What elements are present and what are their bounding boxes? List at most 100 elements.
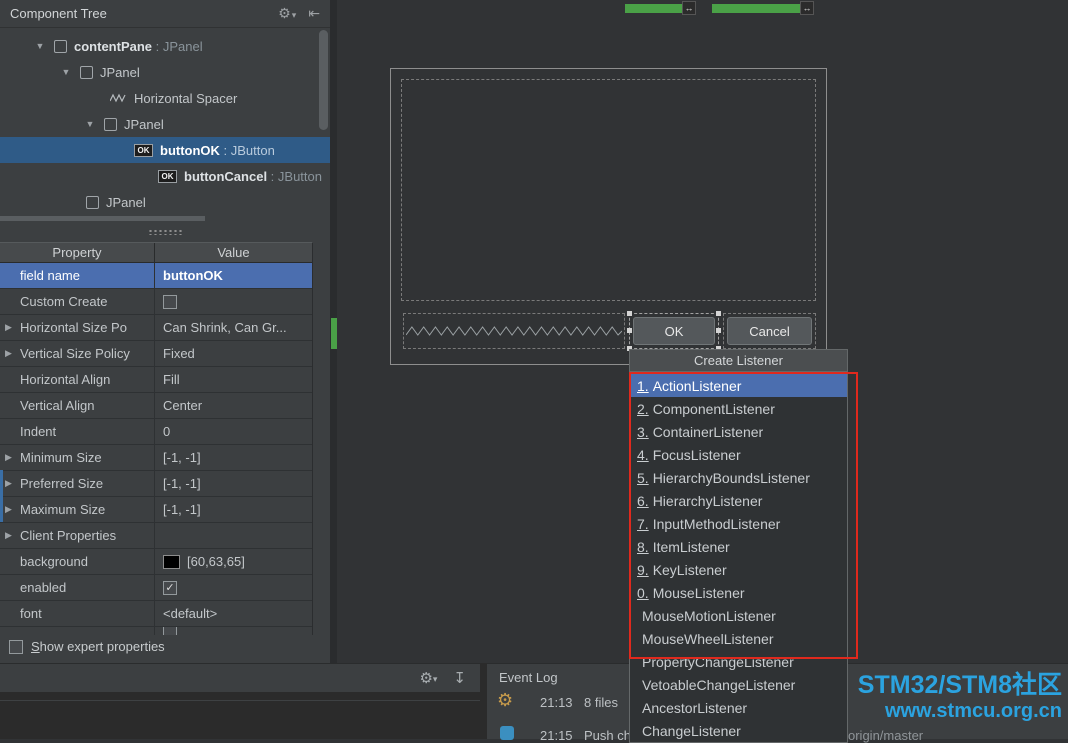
form-content-cell[interactable] xyxy=(401,79,816,301)
listener-item[interactable]: 1. ActionListener xyxy=(630,374,847,397)
property-row[interactable]: font <default> xyxy=(0,601,312,627)
git-branch-label: origin/master xyxy=(848,728,924,743)
property-row[interactable]: Horizontal Align Fill xyxy=(0,367,312,393)
property-row[interactable]: enabled ✓ xyxy=(0,575,312,601)
color-swatch[interactable] xyxy=(163,554,180,569)
chevron-down-icon[interactable]: ▼ xyxy=(34,41,46,51)
property-row[interactable]: ▶ Client Properties xyxy=(0,523,312,549)
designer-ok-button[interactable]: OK xyxy=(633,317,715,345)
property-value[interactable]: buttonOK xyxy=(163,268,223,283)
gear-icon[interactable]: ⚙ ▾ xyxy=(419,669,437,687)
scrollbar-thumb[interactable] xyxy=(319,30,328,130)
tree-item-buttoncancel[interactable]: OK buttonCancel : JButton xyxy=(0,163,330,189)
splitter-grip[interactable] xyxy=(0,222,330,242)
listener-item[interactable]: 2. ComponentListener xyxy=(630,397,847,420)
event-log-title: Event Log xyxy=(499,670,558,685)
collapse-all-icon[interactable]: ⇤ xyxy=(308,5,320,22)
listener-item[interactable]: 3. ContainerListener xyxy=(630,420,847,443)
tree-item-horizontal-spacer[interactable]: Horizontal Spacer xyxy=(0,85,330,111)
selection-handle[interactable] xyxy=(716,311,721,316)
property-value[interactable]: 0 xyxy=(163,424,170,439)
tree-scrollbar[interactable] xyxy=(319,30,328,218)
column-header-value: Value xyxy=(217,245,250,260)
property-value[interactable]: Fill xyxy=(163,372,180,387)
listener-item[interactable]: 5. HierarchyBoundsListener xyxy=(630,466,847,489)
listener-item[interactable]: MouseWheelListener xyxy=(630,627,847,650)
tree-item-buttonok[interactable]: OK buttonOK : JButton xyxy=(0,137,330,163)
listener-item[interactable]: 9. KeyListener xyxy=(630,558,847,581)
designer-cancel-button[interactable]: Cancel xyxy=(727,317,812,345)
chevron-right-icon[interactable]: ▶ xyxy=(5,322,12,333)
tree-item-contentpane[interactable]: ▼ contentPane : JPanel xyxy=(0,33,330,59)
resize-handle-icon: ↔ xyxy=(800,1,814,15)
listener-item[interactable]: MouseMotionListener xyxy=(630,604,847,627)
property-name: Indent xyxy=(20,424,57,439)
checkbox-unchecked[interactable] xyxy=(9,639,23,654)
tree-item-jpanel[interactable]: ▼ JPanel xyxy=(0,59,330,85)
listener-item[interactable]: 4. FocusListener xyxy=(630,443,847,466)
tree-horizontal-scrollbar[interactable] xyxy=(0,216,205,221)
watermark-line2: www.stmcu.org.cn xyxy=(884,699,1062,722)
form-outline[interactable]: OK Cancel xyxy=(390,68,827,365)
property-value[interactable]: Center xyxy=(163,398,202,413)
property-row[interactable]: Indent 0 xyxy=(0,419,312,445)
tree-item-label: JPanel xyxy=(100,64,140,80)
event-message[interactable]: 8 files xyxy=(584,695,618,710)
cancel-button-cell[interactable]: Cancel xyxy=(723,313,816,349)
selection-handle[interactable] xyxy=(627,328,632,333)
tree-item-type: : JButton xyxy=(219,142,275,158)
property-name: background xyxy=(20,554,88,569)
ok-button-cell[interactable]: OK xyxy=(627,311,721,351)
property-row[interactable]: ▶ Minimum Size [-1, -1] xyxy=(0,445,312,471)
selection-handle[interactable] xyxy=(627,311,632,316)
property-value[interactable]: Fixed xyxy=(163,346,195,361)
download-icon[interactable]: ↧ xyxy=(453,669,466,687)
chevron-right-icon[interactable]: ▶ xyxy=(5,504,12,515)
gear-icon[interactable]: ⚙ ▾ xyxy=(278,5,296,22)
console-divider xyxy=(0,700,480,701)
property-name: Horizontal Size Po xyxy=(20,320,127,335)
listener-item[interactable]: VetoableChangeListener xyxy=(630,673,847,696)
property-row[interactable]: field name buttonOK xyxy=(0,263,312,289)
bottom-toolbar: ⚙ ▾ ↧ xyxy=(0,663,480,692)
spacer-icon xyxy=(110,93,128,103)
property-row[interactable]: ▶ Maximum Size [-1, -1] xyxy=(0,497,312,523)
property-value[interactable]: [-1, -1] xyxy=(163,502,201,517)
property-value[interactable]: <default> xyxy=(163,606,217,621)
chevron-right-icon[interactable]: ▶ xyxy=(5,478,12,489)
listener-item[interactable]: 8. ItemListener xyxy=(630,535,847,558)
property-row[interactable]: ▶ Preferred Size [-1, -1] xyxy=(0,471,312,497)
property-value[interactable]: Can Shrink, Can Gr... xyxy=(163,320,287,335)
listener-item[interactable]: PropertyChangeListener xyxy=(630,650,847,673)
event-message[interactable]: Push ch xyxy=(584,728,631,743)
listener-item[interactable]: 7. InputMethodListener xyxy=(630,512,847,535)
chevron-right-icon[interactable]: ▶ xyxy=(5,530,12,541)
property-row[interactable]: ▶ Horizontal Size Po Can Shrink, Can Gr..… xyxy=(0,315,312,341)
property-name: Client Properties xyxy=(20,528,117,543)
property-row[interactable]: ▶ Vertical Size Policy Fixed xyxy=(0,341,312,367)
listener-item[interactable]: 6. HierarchyListener xyxy=(630,489,847,512)
property-row[interactable]: Custom Create xyxy=(0,289,312,315)
selection-handle[interactable] xyxy=(716,328,721,333)
property-row[interactable]: Vertical Align Center xyxy=(0,393,312,419)
checkbox-unchecked[interactable] xyxy=(163,294,177,309)
checkbox-checked[interactable]: ✓ xyxy=(163,580,177,595)
horizontal-spacer-cell[interactable] xyxy=(403,313,625,349)
chevron-right-icon[interactable]: ▶ xyxy=(5,452,12,463)
chevron-right-icon[interactable]: ▶ xyxy=(5,348,12,359)
property-value[interactable]: [-1, -1] xyxy=(163,476,201,491)
property-value[interactable]: [60,63,65] xyxy=(187,554,245,569)
property-value[interactable]: [-1, -1] xyxy=(163,450,201,465)
listener-item[interactable]: 0. MouseListener xyxy=(630,581,847,604)
bottom-panel-splitter[interactable] xyxy=(480,663,487,739)
property-row[interactable]: background [60,63,65] xyxy=(0,549,312,575)
tree-item-jpanel[interactable]: JPanel xyxy=(0,189,330,215)
tree-item-jpanel[interactable]: ▼ JPanel xyxy=(0,111,330,137)
show-expert-properties[interactable]: Show expert properties xyxy=(9,639,165,654)
listener-item[interactable]: AncestorListener xyxy=(630,696,847,719)
chevron-down-icon[interactable]: ▼ xyxy=(84,119,96,129)
popup-title: Create Listener xyxy=(629,349,848,372)
chevron-down-icon[interactable]: ▼ xyxy=(60,67,72,77)
component-tree: ▼ contentPane : JPanel ▼ JPanel Horizont… xyxy=(0,28,330,222)
property-name: enabled xyxy=(20,580,67,595)
